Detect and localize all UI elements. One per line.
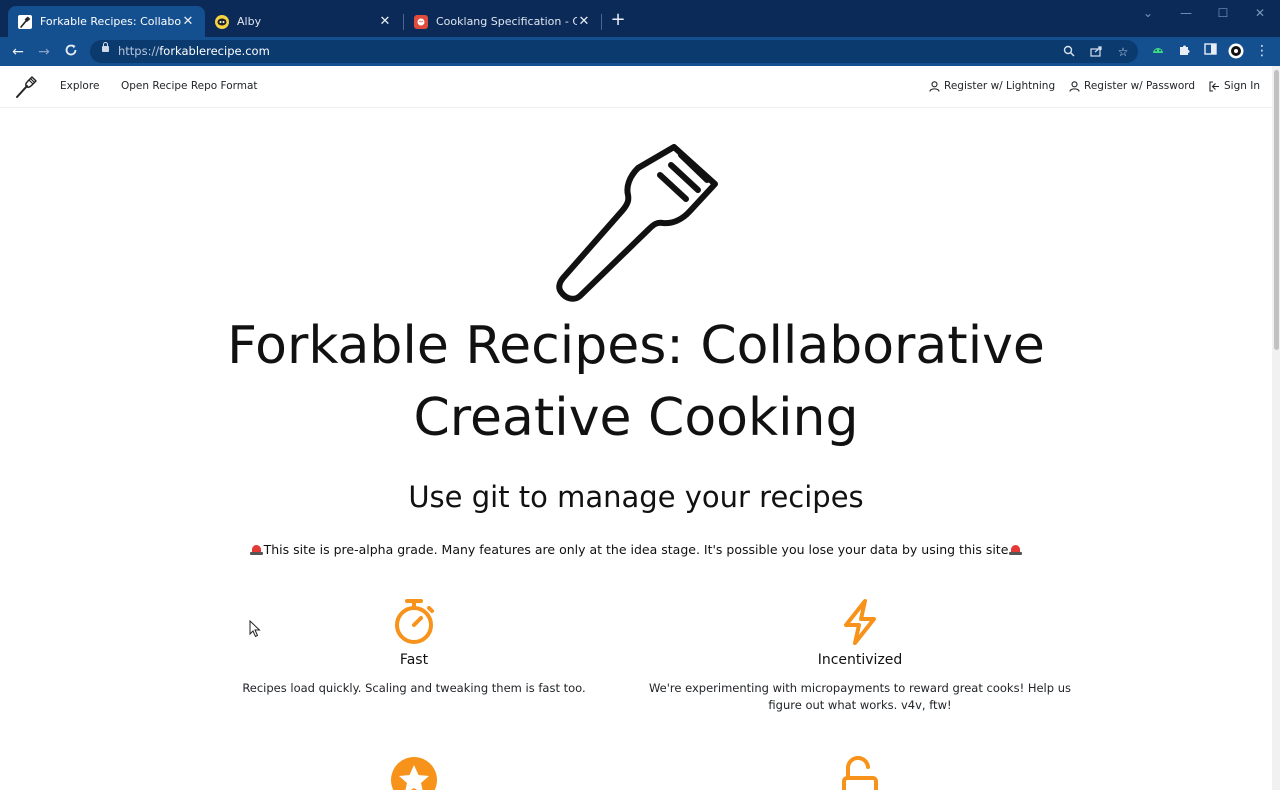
lightning-icon	[844, 599, 876, 645]
site-navbar: Explore Open Recipe Repo Format Register…	[0, 66, 1272, 108]
tab-title: Forkable Recipes: Collaborative C	[40, 15, 181, 28]
register-password-label: Register w/ Password	[1084, 80, 1196, 92]
nav-open-recipe-repo-format-link[interactable]: Open Recipe Repo Format	[121, 80, 258, 92]
site-logo-fork-icon[interactable]	[14, 75, 38, 99]
feature-description: We're experimenting with micropayments t…	[646, 680, 1074, 714]
feature-title: Fast	[399, 652, 429, 668]
reload-icon[interactable]	[62, 43, 80, 61]
register-lightning-label: Register w/ Lightning	[944, 80, 1056, 92]
maximize-icon[interactable]: ☐	[1205, 6, 1241, 22]
tab-title: Alby	[237, 15, 262, 28]
hero-title-line1: Forkable Recipes: Collaborative	[227, 316, 1045, 376]
android-extension-icon[interactable]	[1150, 43, 1166, 59]
pre-alpha-warning: This site is pre-alpha grade. Many featu…	[136, 542, 1136, 557]
feature-star	[200, 756, 628, 790]
close-icon[interactable]: ✕	[181, 14, 195, 29]
star-icon	[391, 757, 437, 790]
cooklang-icon	[414, 14, 428, 29]
feature-incentivized: Incentivized We're experimenting with mi…	[646, 598, 1074, 714]
hero-fork-icon	[556, 144, 718, 302]
siren-icon	[1009, 544, 1023, 555]
feature-fast: Fast Recipes load quickly. Scaling and t…	[200, 598, 628, 697]
warning-text: This site is pre-alpha grade. Many featu…	[263, 542, 1009, 557]
alby-bee-icon	[215, 14, 229, 29]
forward-arrow-icon[interactable]: →	[35, 43, 53, 61]
user-icon	[929, 80, 940, 92]
siren-icon	[249, 544, 263, 555]
extensions-puzzle-icon[interactable]	[1176, 43, 1192, 59]
tab-cooklang[interactable]: Cooklang Specification - Cooklan ✕	[404, 6, 601, 37]
user-icon	[1069, 80, 1080, 92]
feature-description-line: figure out what works. v4v, ftw!	[768, 698, 952, 712]
sign-in-link[interactable]: Sign In	[1209, 80, 1260, 92]
feature-description-line: We're experimenting with micropayments t…	[648, 681, 1071, 695]
browser-toolbar: ← → https://forkablerecipe.com ☆ ⋮	[0, 37, 1280, 66]
fork-icon	[18, 14, 32, 29]
stopwatch-icon	[395, 599, 434, 644]
url-text: https://forkablerecipe.com	[118, 44, 270, 58]
register-lightning-link[interactable]: Register w/ Lightning	[929, 80, 1055, 92]
new-tab-button[interactable]: +	[608, 10, 628, 30]
feature-unlock	[646, 756, 1074, 790]
sign-in-label: Sign In	[1224, 80, 1260, 92]
zoom-icon[interactable]	[1062, 45, 1076, 59]
tab-alby[interactable]: Alby ✕	[205, 6, 402, 37]
register-password-link[interactable]: Register w/ Password	[1069, 80, 1195, 92]
tab-forkable-recipes[interactable]: Forkable Recipes: Collaborative C ✕	[8, 6, 205, 37]
web-page: Explore Open Recipe Repo Format Register…	[0, 66, 1272, 790]
share-icon[interactable]	[1089, 45, 1103, 59]
tab-separator	[601, 14, 602, 30]
lock-icon	[102, 42, 109, 52]
close-icon[interactable]: ✕	[577, 14, 591, 29]
nav-explore-link[interactable]: Explore	[60, 80, 99, 92]
hero-title: Forkable Recipes: Collaborative Creative…	[136, 310, 1136, 454]
close-icon[interactable]: ✕	[378, 14, 392, 29]
scrollbar-thumb[interactable]	[1274, 70, 1279, 350]
unlock-icon	[842, 756, 878, 790]
feature-title: Incentivized	[817, 652, 903, 668]
side-panel-icon[interactable]	[1202, 43, 1218, 59]
browser-tabstrip: Forkable Recipes: Collaborative C ✕ Alby…	[0, 0, 1280, 37]
tab-title: Cooklang Specification - Cooklan	[436, 15, 577, 28]
window-close-icon[interactable]: ✕	[1242, 6, 1278, 22]
minimize-icon[interactable]: —	[1168, 6, 1204, 22]
sign-in-icon	[1209, 80, 1219, 92]
profile-avatar[interactable]	[1228, 43, 1244, 59]
feature-description: Recipes load quickly. Scaling and tweaki…	[242, 681, 586, 695]
mouse-cursor-icon	[249, 620, 261, 638]
menu-kebab-icon[interactable]: ⋮	[1254, 43, 1270, 59]
address-bar[interactable]: https://forkablerecipe.com ☆	[90, 40, 1138, 63]
tab-search-chevron-icon[interactable]: ⌄	[1130, 6, 1166, 22]
back-arrow-icon[interactable]: ←	[9, 43, 27, 61]
bookmark-star-icon[interactable]: ☆	[1116, 45, 1130, 59]
hero-subtitle: Use git to manage your recipes	[408, 480, 864, 514]
hero-title-line2: Creative Cooking	[413, 388, 859, 448]
